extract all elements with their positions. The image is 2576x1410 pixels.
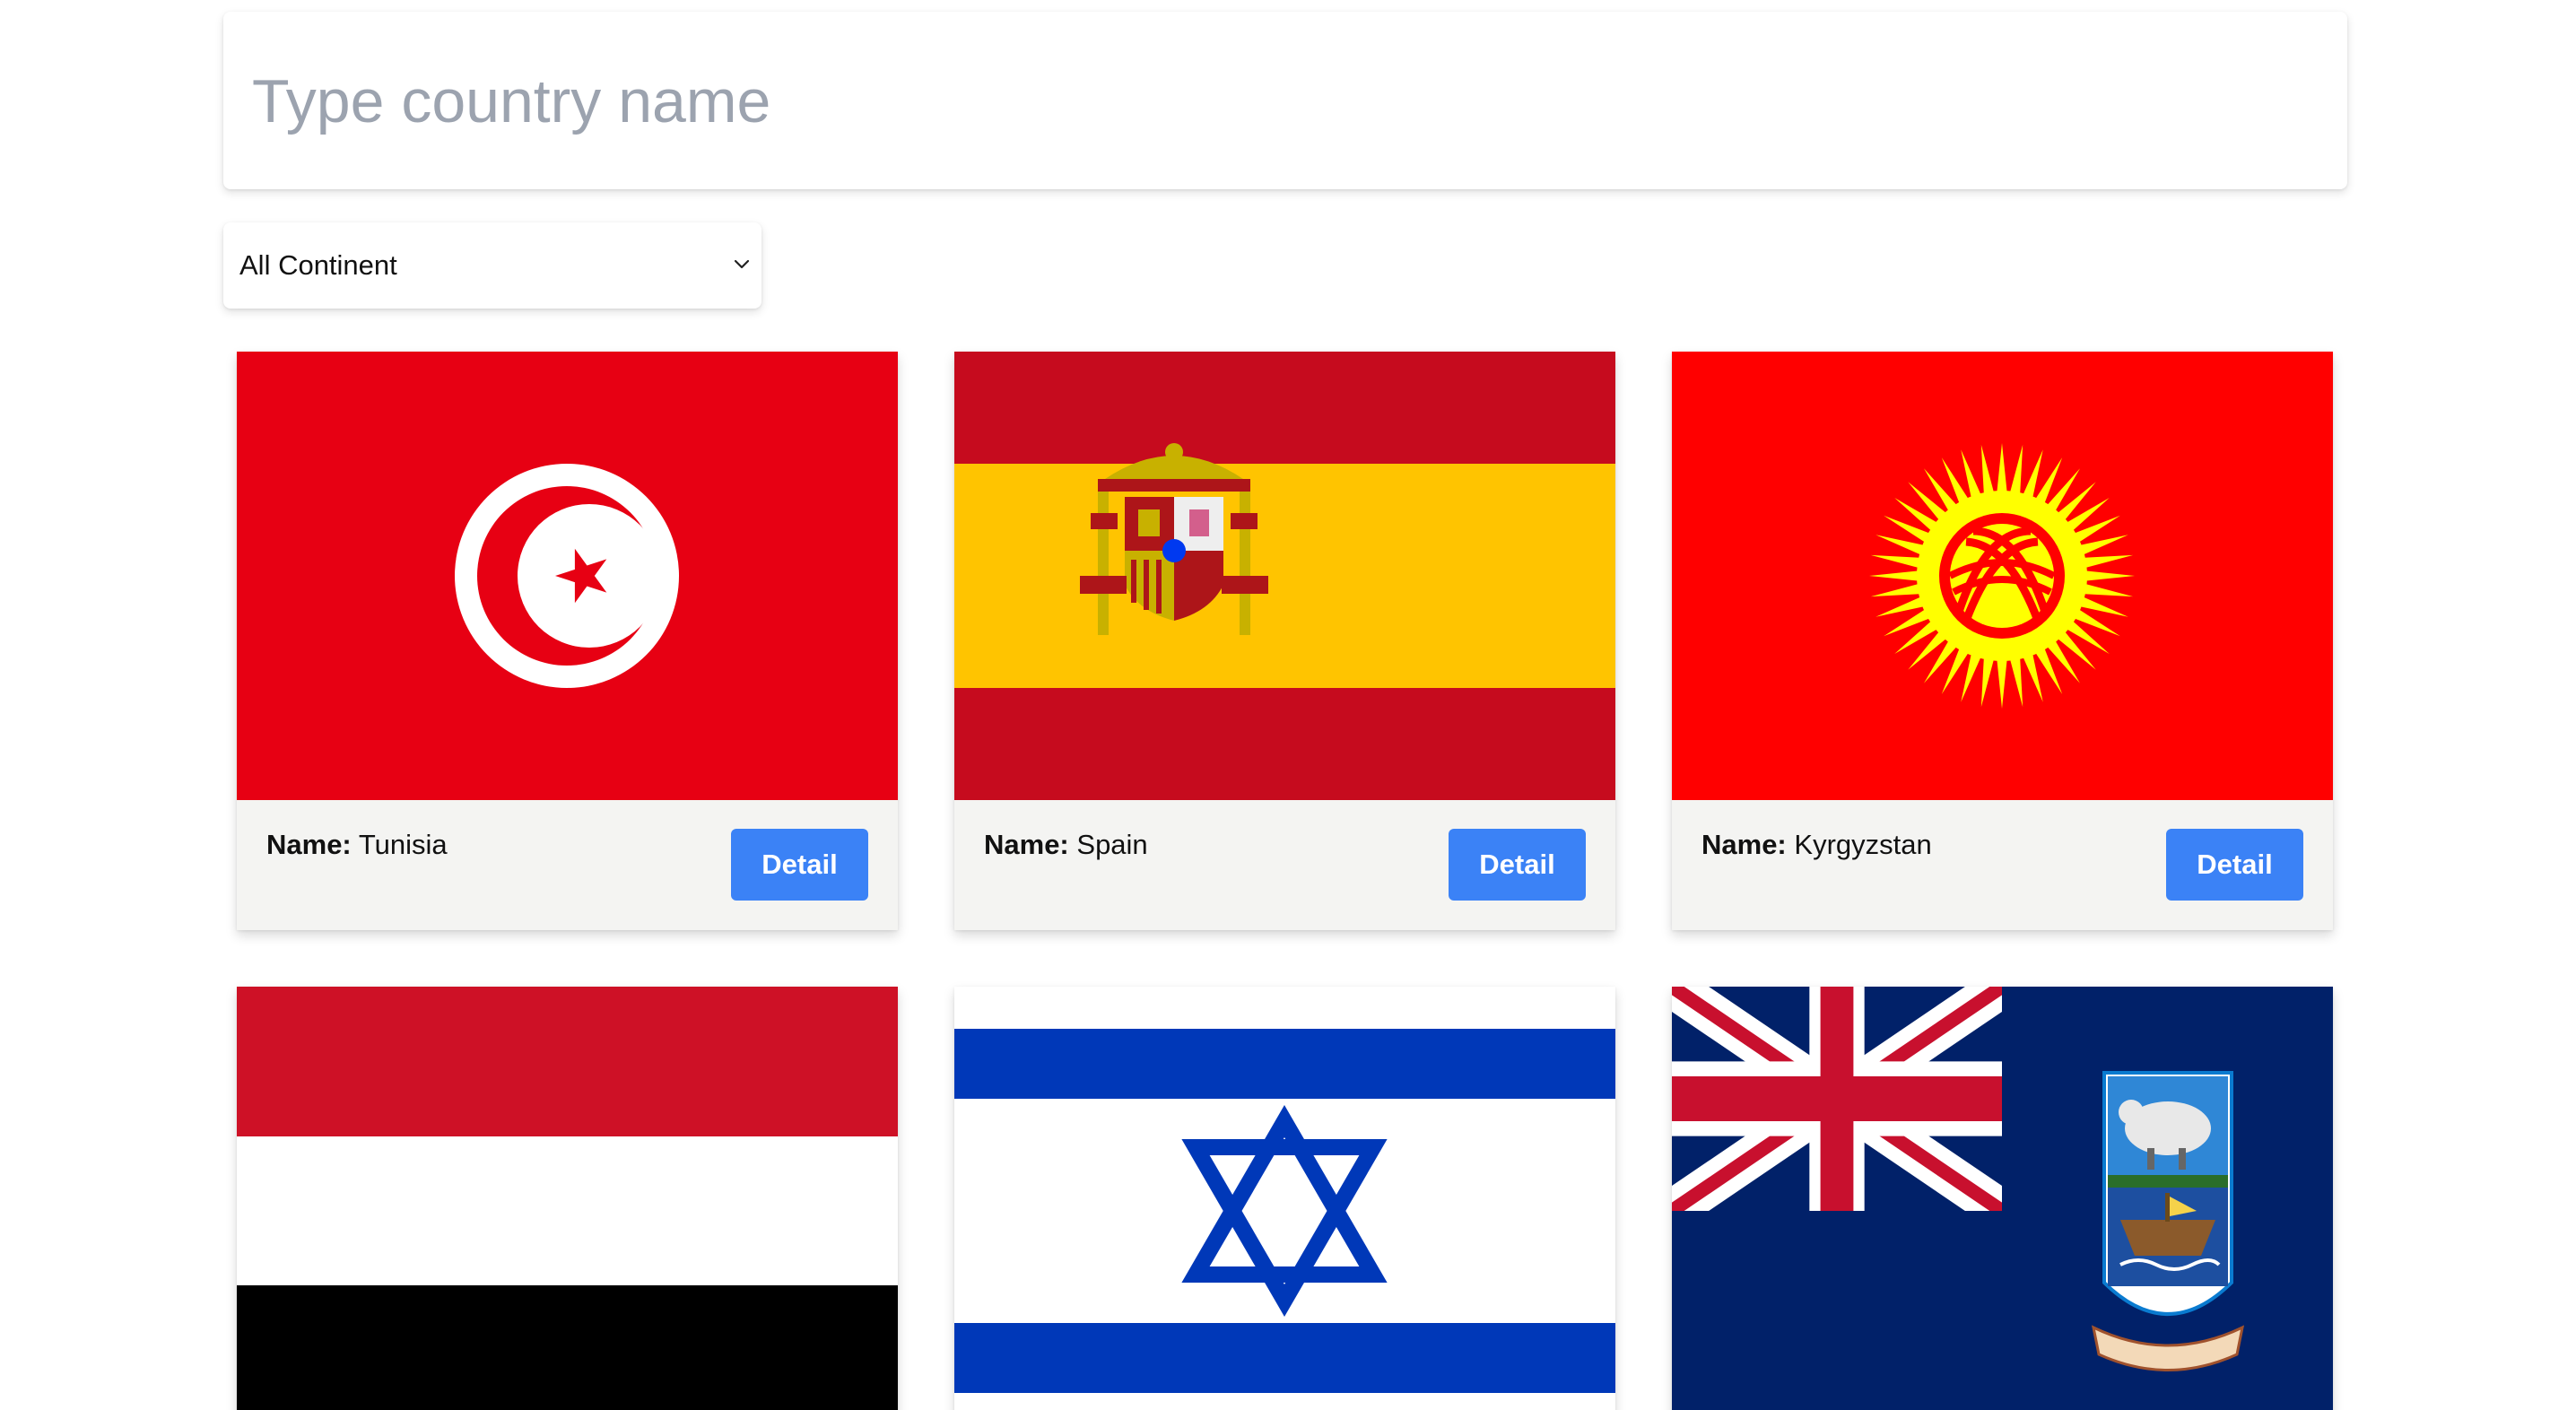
card-footer: Name: Kyrgyzstan Detail [1672,800,2333,930]
tunisia-flag [237,352,898,800]
name-label: Name: [266,829,352,860]
name-label: Name: [984,829,1069,860]
continent-select-value: All Continent [239,249,397,281]
country-card [954,987,1615,1410]
spain-flag [954,352,1615,800]
detail-button[interactable]: Detail [2166,829,2303,901]
name-value: Spain [1076,829,1148,860]
country-card: Name: Tunisia Detail [237,352,898,930]
israel-flag [954,987,1615,1410]
search-input[interactable] [250,12,2317,191]
card-footer: Name: Tunisia Detail [237,800,898,930]
continent-select[interactable]: All Continent [223,222,761,309]
kyrgyzstan-flag [1672,352,2333,800]
detail-button[interactable]: Detail [731,829,868,901]
page: All Continent Name: Tunisia Detail [0,0,2576,1410]
name-value: Tunisia [358,829,448,860]
country-name: Name: Kyrgyzstan [1701,829,1932,861]
country-card: Name: Kyrgyzstan Detail [1672,352,2333,930]
country-name: Name: Spain [984,829,1148,861]
name-value: Kyrgyzstan [1794,829,1932,860]
country-card: Name: Spain Detail [954,352,1615,930]
yemen-flag [237,987,898,1410]
name-label: Name: [1701,829,1787,860]
country-card [1672,987,2333,1410]
card-footer: Name: Spain Detail [954,800,1615,930]
detail-button[interactable]: Detail [1449,829,1586,901]
search-box[interactable] [223,12,2347,191]
falkland-islands-flag [1672,987,2333,1410]
country-name: Name: Tunisia [266,829,448,861]
country-card [237,987,898,1410]
chevron-down-icon [734,259,750,269]
